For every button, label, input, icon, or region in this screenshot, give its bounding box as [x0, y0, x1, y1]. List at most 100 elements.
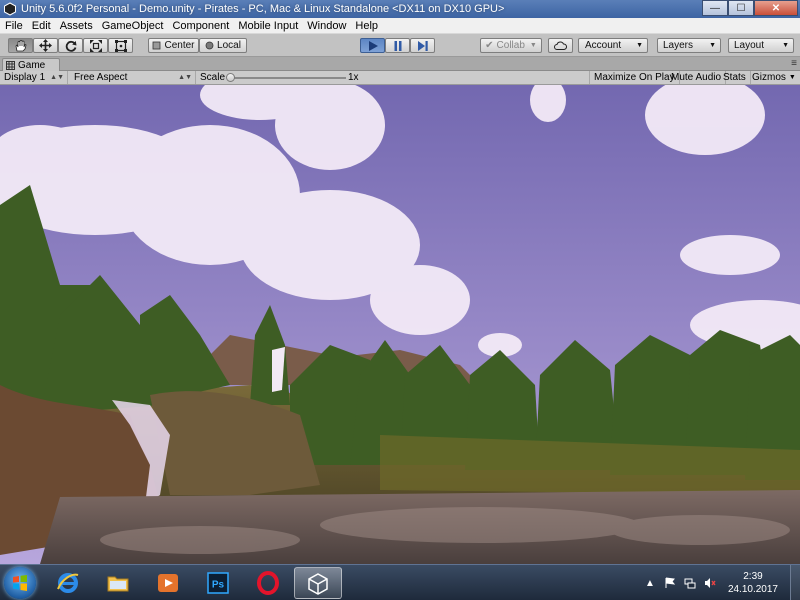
game-view-icon — [6, 60, 15, 70]
pause-icon — [394, 40, 401, 51]
play-button[interactable] — [360, 38, 385, 53]
display-dropdown[interactable]: Display 1 ▲▼ — [0, 71, 68, 84]
close-button[interactable]: ✕ — [754, 0, 798, 16]
collab-dropdown[interactable]: ✔ Collab ▼ — [480, 38, 542, 53]
hand-icon — [15, 39, 27, 51]
layers-dropdown[interactable]: Layers ▼ — [657, 38, 721, 53]
account-label: Account — [585, 40, 622, 51]
unity-app-icon — [4, 2, 16, 16]
pivot-label: Center — [164, 40, 195, 51]
taskbar-file-explorer[interactable] — [96, 567, 140, 599]
folder-icon — [107, 576, 129, 592]
start-button[interactable] — [4, 567, 36, 599]
game-scene-render — [0, 85, 800, 564]
layers-label: Layers — [663, 40, 694, 51]
cloud-services-button[interactable] — [548, 38, 573, 53]
collab-label: Collab — [496, 40, 525, 51]
menu-assets[interactable]: Assets — [55, 20, 97, 32]
windows-logo-icon — [13, 575, 27, 591]
layout-label: Layout — [734, 40, 765, 51]
taskbar-photoshop[interactable]: Ps — [196, 567, 240, 599]
scale-label: Scale — [200, 72, 226, 83]
photoshop-icon: Ps — [207, 572, 229, 594]
dropdown-arrow-icon: ▼ — [788, 74, 796, 81]
play-icon — [368, 40, 378, 51]
rotate-icon — [65, 40, 76, 52]
move-arrows-icon — [39, 39, 52, 52]
window-controls: — ☐ ✕ — [702, 0, 798, 16]
minimize-button[interactable]: — — [702, 0, 728, 16]
taskbar-opera[interactable] — [246, 567, 290, 599]
collab-check-icon: ✔ — [485, 40, 494, 51]
taskbar-internet-explorer[interactable] — [46, 567, 90, 599]
main-toolbar: Center Local ✔ Collab ▼ Account ▼ Layers… — [0, 34, 800, 57]
menu-help[interactable]: Help — [350, 20, 382, 32]
action-center-flag-icon[interactable] — [663, 576, 677, 590]
show-hidden-icons-arrow-icon[interactable]: ▲ — [643, 576, 657, 590]
scale-slider-handle[interactable] — [226, 73, 235, 82]
rect-transform-icon — [114, 39, 127, 52]
pause-button[interactable] — [385, 38, 410, 53]
gizmos-dropdown[interactable]: Gizmos ▼ — [748, 71, 800, 84]
menu-gameobject[interactable]: GameObject — [97, 20, 168, 32]
dropdown-arrow-icon: ▼ — [709, 42, 716, 49]
scale-slider-track[interactable] — [230, 77, 346, 79]
maximize-on-play-toggle[interactable]: Maximize On Play — [589, 71, 680, 84]
system-tray: ▲ 2:39 24.10.2017 — [640, 565, 800, 600]
menu-file[interactable]: File — [0, 20, 27, 32]
menu-window[interactable]: Window — [302, 20, 350, 32]
network-icon[interactable] — [683, 576, 697, 590]
cloud-icon — [554, 41, 567, 50]
unity-icon — [308, 573, 328, 595]
scale-icon — [89, 39, 102, 52]
menu-edit[interactable]: Edit — [27, 20, 55, 32]
show-desktop-button[interactable] — [790, 565, 800, 600]
taskbar-clock[interactable]: 2:39 24.10.2017 — [728, 570, 778, 596]
internet-explorer-icon — [57, 573, 79, 593]
pivot-center-toggle[interactable]: Center — [148, 38, 199, 53]
tab-game[interactable]: Game — [2, 58, 60, 71]
account-dropdown[interactable]: Account ▼ — [578, 38, 648, 53]
pivot-space-toggle[interactable]: Local — [199, 38, 247, 53]
scale-tool-button[interactable] — [83, 38, 108, 53]
space-label: Local — [217, 40, 241, 51]
mute-audio-toggle[interactable]: Mute Audio — [667, 71, 727, 84]
dropdown-arrow-icon: ▼ — [529, 42, 537, 49]
dropdown-arrow-icon: ▲▼ — [50, 74, 64, 81]
layout-dropdown[interactable]: Layout ▼ — [728, 38, 794, 53]
display-label: Display 1 — [4, 72, 46, 83]
rect-tool-button[interactable] — [108, 38, 133, 53]
gizmos-label: Gizmos — [752, 72, 786, 83]
svg-text:Ps: Ps — [212, 580, 225, 591]
dropdown-arrow-icon: ▼ — [782, 42, 789, 49]
opera-icon — [257, 571, 279, 595]
window-title: Unity 5.6.0f2 Personal - Demo.unity - Pi… — [21, 3, 505, 15]
move-tool-button[interactable] — [33, 38, 58, 53]
clock-date: 24.10.2017 — [727, 584, 778, 595]
tab-game-label: Game — [18, 59, 46, 71]
pivot-icon — [153, 41, 161, 50]
tab-menu-icon[interactable]: ≡ — [791, 58, 797, 69]
menu-mobile-input[interactable]: Mobile Input — [233, 20, 302, 32]
game-tab-bar: Game ≡ — [0, 57, 800, 71]
window-titlebar[interactable]: Unity 5.6.0f2 Personal - Demo.unity - Pi… — [0, 0, 800, 18]
hand-tool-button[interactable] — [8, 38, 33, 53]
taskbar-media-player[interactable] — [146, 567, 190, 599]
scale-value: 1x — [348, 72, 359, 83]
menu-bar: File Edit Assets GameObject Component Mo… — [0, 18, 800, 34]
volume-muted-icon[interactable] — [703, 576, 717, 590]
menu-component[interactable]: Component — [167, 20, 233, 32]
maximize-button[interactable]: ☐ — [728, 0, 754, 16]
step-button[interactable] — [410, 38, 435, 53]
aspect-dropdown[interactable]: Free Aspect ▲▼ — [70, 71, 196, 84]
stats-toggle[interactable]: Stats — [719, 71, 751, 84]
step-icon — [417, 40, 428, 51]
taskbar-unity[interactable] — [294, 567, 342, 599]
windows-taskbar: Ps ▲ 2:39 24.10.2017 — [0, 564, 800, 600]
aspect-label: Free Aspect — [74, 72, 128, 83]
game-viewport[interactable] — [0, 85, 800, 564]
dropdown-arrow-icon: ▲▼ — [178, 74, 192, 81]
clock-time: 2:39 — [743, 571, 763, 582]
rotate-tool-button[interactable] — [58, 38, 83, 53]
dropdown-arrow-icon: ▼ — [636, 42, 643, 49]
